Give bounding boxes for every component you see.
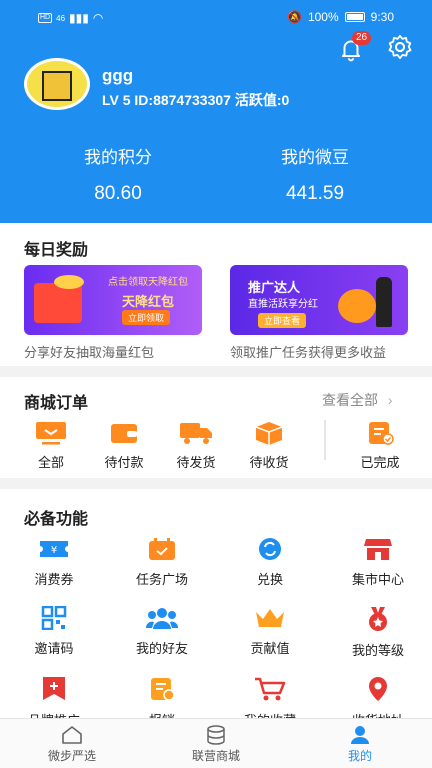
status-bar: HD 46 ▮▮▮ ◠ 🔕 100% 9:30 bbox=[0, 0, 432, 34]
function-friends-label: 我的好友 bbox=[135, 641, 188, 656]
calendar-icon bbox=[149, 538, 175, 560]
username: ggg bbox=[102, 66, 134, 85]
promo2-caption: 领取推广任务获得更多收益 bbox=[230, 345, 387, 360]
clock: 9:30 bbox=[370, 10, 394, 24]
function-exchange-label: 兑换 bbox=[256, 572, 283, 587]
tab-mall[interactable]: 联营商城 bbox=[166, 725, 266, 764]
chevron-right-icon: › bbox=[387, 392, 393, 408]
order-completed-label: 已完成 bbox=[360, 455, 400, 470]
exchange-icon bbox=[259, 538, 281, 560]
promo1-line1: 点击领取天降红包 bbox=[108, 277, 188, 288]
avatar[interactable] bbox=[24, 58, 90, 110]
tab-mine[interactable]: 我的 bbox=[310, 725, 410, 764]
gear-icon[interactable] bbox=[386, 33, 414, 61]
order-unpaid-label: 待付款 bbox=[104, 455, 144, 470]
function-level-label: 我的等级 bbox=[351, 643, 404, 658]
view-all-label: 查看全部 bbox=[322, 392, 378, 408]
points-label: 我的积分 bbox=[84, 148, 152, 167]
signal-label: 46 bbox=[56, 13, 66, 23]
function-contribution[interactable]: 贡献值 bbox=[225, 606, 315, 657]
promoter-banner[interactable]: 推广达人 直推活跃享分红 立即查看 bbox=[230, 265, 408, 335]
profile-header: HD 46 ▮▮▮ ◠ 🔕 100% 9:30 26 ggg LV 5 ID:8… bbox=[0, 0, 432, 223]
beans-value: 441.59 bbox=[285, 183, 345, 204]
store-icon bbox=[364, 539, 392, 560]
order-unreceived-label: 待收货 bbox=[249, 455, 289, 470]
red-packet-banner[interactable]: 点击领取天降红包 天降红包 立即领取 bbox=[24, 265, 202, 335]
order-all-label: 全部 bbox=[37, 455, 64, 470]
order-all[interactable]: 全部 bbox=[21, 420, 81, 471]
battery-percent: 100% bbox=[307, 10, 339, 24]
promo1-caption: 分享好友抽取海量红包 bbox=[24, 345, 155, 360]
order-unreceived[interactable]: 待收货 bbox=[239, 420, 299, 471]
receipt-icon bbox=[151, 678, 175, 701]
function-level[interactable]: 我的等级 bbox=[333, 606, 423, 659]
network-type: HD bbox=[38, 13, 53, 23]
order-completed[interactable]: 已完成 bbox=[350, 420, 410, 471]
function-market[interactable]: 集市中心 bbox=[333, 537, 423, 588]
tab-mall-label: 联营商城 bbox=[191, 749, 240, 763]
location-icon bbox=[369, 677, 387, 701]
orders-title: 商城订单 bbox=[24, 395, 89, 412]
orders-divider bbox=[318, 420, 326, 460]
flag-icon bbox=[43, 677, 65, 700]
points-stat[interactable]: 我的积分 80.60 bbox=[48, 143, 188, 205]
truck-icon bbox=[180, 423, 212, 444]
mute-icon: 🔕 bbox=[286, 10, 302, 24]
daily-rewards-title: 每日奖励 bbox=[24, 242, 89, 259]
user-info: LV 5 ID:8874733307 活跃值:0 bbox=[102, 92, 290, 108]
function-tasks[interactable]: 任务广场 bbox=[117, 537, 207, 588]
beans-stat[interactable]: 我的微豆 441.59 bbox=[245, 143, 385, 205]
order-unshipped[interactable]: 待发货 bbox=[166, 420, 226, 471]
functions-title: 必备功能 bbox=[24, 511, 89, 528]
function-exchange[interactable]: 兑换 bbox=[225, 537, 315, 588]
tab-home-label: 微步严选 bbox=[47, 749, 96, 763]
beans-label: 我的微豆 bbox=[281, 148, 349, 167]
promo2-line1: 推广达人 bbox=[248, 280, 301, 295]
qrcode-icon bbox=[41, 606, 67, 630]
person-icon bbox=[351, 726, 369, 744]
home-icon bbox=[62, 726, 82, 744]
order-unshipped-label: 待发货 bbox=[176, 455, 216, 470]
promo2-button[interactable]: 立即查看 bbox=[258, 313, 307, 328]
order-unpaid[interactable]: 待付款 bbox=[94, 420, 154, 471]
friends-icon bbox=[146, 608, 178, 629]
notification-badge: 26 bbox=[352, 31, 372, 45]
wallet-icon bbox=[111, 424, 137, 443]
completed-icon bbox=[369, 422, 394, 445]
cart-icon bbox=[255, 677, 286, 701]
tab-mine-label: 我的 bbox=[347, 749, 372, 763]
points-value: 80.60 bbox=[94, 183, 142, 204]
money-bag-icon bbox=[338, 289, 376, 323]
function-invite-code[interactable]: 邀请码 bbox=[9, 606, 99, 657]
database-icon bbox=[207, 725, 225, 745]
function-contribution-label: 贡献值 bbox=[250, 641, 290, 656]
promo1-button[interactable]: 立即领取 bbox=[122, 310, 171, 325]
avatar-face bbox=[42, 71, 72, 101]
coupon-icon: ¥ bbox=[40, 541, 68, 557]
promo2-line2: 直推活跃享分红 bbox=[248, 299, 318, 310]
battery-icon bbox=[344, 12, 365, 22]
tab-home[interactable]: 微步严选 bbox=[22, 725, 122, 764]
function-friends[interactable]: 我的好友 bbox=[117, 606, 207, 657]
monitor-icon bbox=[36, 422, 66, 445]
gift-box-icon bbox=[34, 283, 82, 323]
function-coupon[interactable]: ¥ 消费券 bbox=[9, 537, 99, 588]
svg-text:¥: ¥ bbox=[51, 545, 57, 556]
coins-icon bbox=[54, 275, 84, 289]
bottom-tab-bar: 微步严选 联营商城 我的 bbox=[0, 718, 432, 768]
function-tasks-label: 任务广场 bbox=[135, 572, 188, 587]
function-invite-code-label: 邀请码 bbox=[34, 641, 74, 656]
function-market-label: 集市中心 bbox=[351, 572, 404, 587]
box-icon bbox=[255, 422, 283, 445]
crown-icon bbox=[256, 609, 284, 627]
thief-figure-icon bbox=[376, 277, 392, 327]
view-all-orders-link[interactable]: 查看全部 › bbox=[322, 390, 393, 410]
wifi-icon: ◠ bbox=[92, 11, 104, 25]
function-coupon-label: 消费券 bbox=[34, 572, 74, 587]
promo1-line2: 天降红包 bbox=[122, 294, 175, 309]
medal-icon bbox=[369, 607, 387, 631]
signal-icon: ▮▮▮ bbox=[69, 11, 89, 25]
